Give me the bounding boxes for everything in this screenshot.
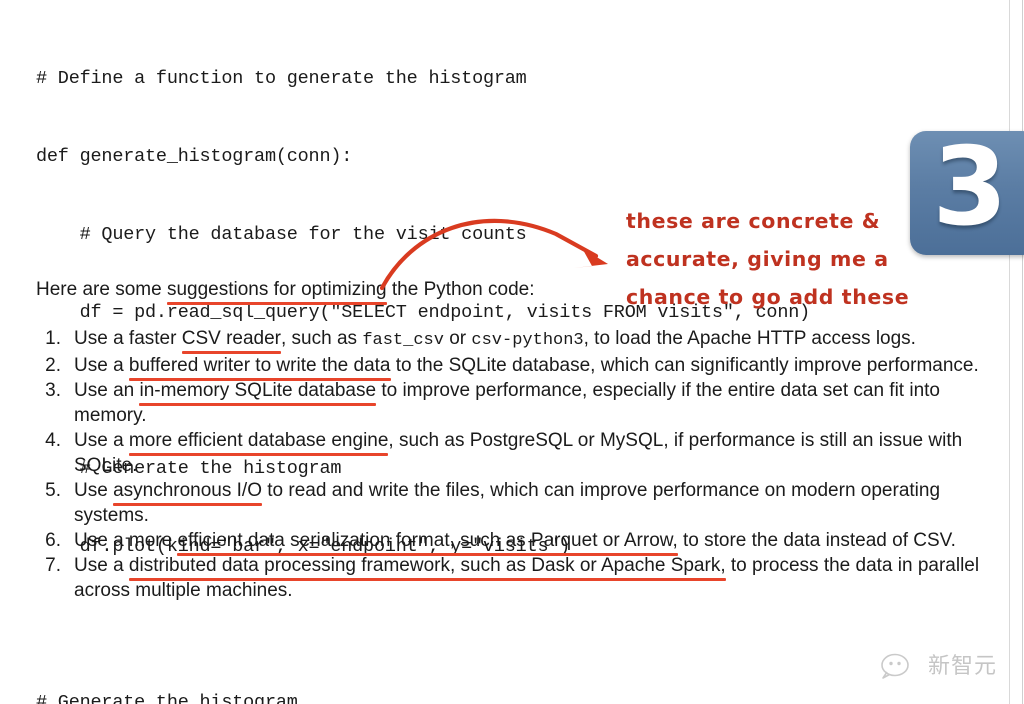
- underlined-phrase: distributed data processing framework, s…: [128, 555, 726, 581]
- list-item-text: Use a distributed data processing framew…: [74, 553, 1004, 603]
- text-pre: Use a faster: [74, 328, 182, 349]
- list-item-text: Use a more efficient database engine, su…: [74, 428, 1004, 478]
- list-item: 4. Use a more efficient database engine,…: [36, 428, 1004, 478]
- list-item-text: Use asynchronous I/O to read and write t…: [74, 478, 1004, 528]
- intro-text-before: Here are some: [36, 279, 167, 300]
- watermark-text: 新智元: [928, 654, 998, 679]
- right-border-rule: [1009, 0, 1010, 704]
- text-pre: Use a: [74, 355, 129, 376]
- list-item: 6. Use a more efficient data serializati…: [36, 528, 1004, 556]
- list-item-number: 4.: [45, 430, 61, 451]
- code-line: # Generate the histogram: [36, 692, 298, 704]
- text-post-a: , such as: [281, 328, 363, 349]
- text-pre: Use: [74, 480, 114, 501]
- list-item: 3. Use an in-memory SQLite database to i…: [36, 378, 1004, 428]
- list-item-text: Use a faster CSV reader, such as fast_cs…: [74, 326, 1004, 354]
- intro-text-after: the Python code:: [386, 279, 535, 300]
- scrollbar-track[interactable]: [1022, 0, 1023, 704]
- step-number-badge: 3: [910, 131, 1024, 255]
- text-mid: or: [443, 328, 472, 349]
- list-item-number: 6.: [45, 530, 61, 551]
- inline-code: csv-python3: [471, 331, 584, 350]
- suggestions-list: 1. Use a faster CSV reader, such as fast…: [36, 326, 1004, 603]
- underlined-phrase: buffered writer to write the data: [128, 355, 391, 381]
- text-pre: Use an: [74, 380, 140, 401]
- list-item-number: 7.: [45, 555, 61, 576]
- inline-code: fast_csv: [362, 331, 444, 350]
- text-pre: Use a more: [74, 530, 178, 551]
- intro-sentence: Here are some suggestions for optimizing…: [36, 278, 535, 305]
- annotation-line: chance to go add these: [626, 285, 910, 309]
- list-item-text: Use a buffered writer to write the data …: [74, 353, 1004, 381]
- text-post-b: to the SQLite database, which can signif…: [390, 355, 979, 376]
- code-line: # Define a function to generate the hist…: [36, 68, 527, 89]
- annotation-line: these are concrete &: [626, 209, 881, 233]
- list-item-number: 2.: [45, 355, 61, 376]
- list-item-text: Use a more efficient data serialization …: [74, 528, 1004, 556]
- wechat-icon: [881, 653, 909, 679]
- list-item-number: 5.: [45, 480, 61, 501]
- watermark: 新智元: [880, 652, 997, 682]
- list-item-number: 1.: [45, 328, 61, 349]
- list-item-text: Use an in-memory SQLite database to impr…: [74, 378, 1004, 428]
- list-item: 2. Use a buffered writer to write the da…: [36, 353, 1004, 381]
- list-item: 5. Use asynchronous I/O to read and writ…: [36, 478, 1004, 528]
- intro-underlined-phrase: suggestions for optimizing: [166, 279, 387, 305]
- text-pre: Use a: [74, 555, 129, 576]
- code-line: def generate_histogram(conn):: [36, 146, 353, 167]
- underlined-phrase: more efficient database engine: [128, 430, 389, 456]
- list-item: 7. Use a distributed data processing fra…: [36, 553, 1004, 603]
- text-post-b: to store the data instead of CSV.: [677, 530, 956, 551]
- underlined-phrase: CSV reader: [181, 328, 282, 354]
- list-item: 1. Use a faster CSV reader, such as fast…: [36, 326, 1004, 354]
- text-pre: Use a: [74, 430, 129, 451]
- badge-number: 3: [932, 131, 1008, 250]
- underlined-phrase: in-memory SQLite database: [139, 380, 377, 406]
- handwritten-annotation: these are concrete & accurate, giving me…: [626, 202, 956, 316]
- text-post-b: , to load the Apache HTTP access logs.: [583, 328, 916, 349]
- screenshot-root: # Define a function to generate the hist…: [0, 0, 1024, 704]
- list-item-number: 3.: [45, 380, 61, 401]
- underlined-phrase: efficient data serialization format, suc…: [177, 530, 678, 556]
- underlined-phrase: asynchronous I/O: [113, 480, 262, 506]
- annotation-line: accurate, giving me a: [626, 247, 889, 271]
